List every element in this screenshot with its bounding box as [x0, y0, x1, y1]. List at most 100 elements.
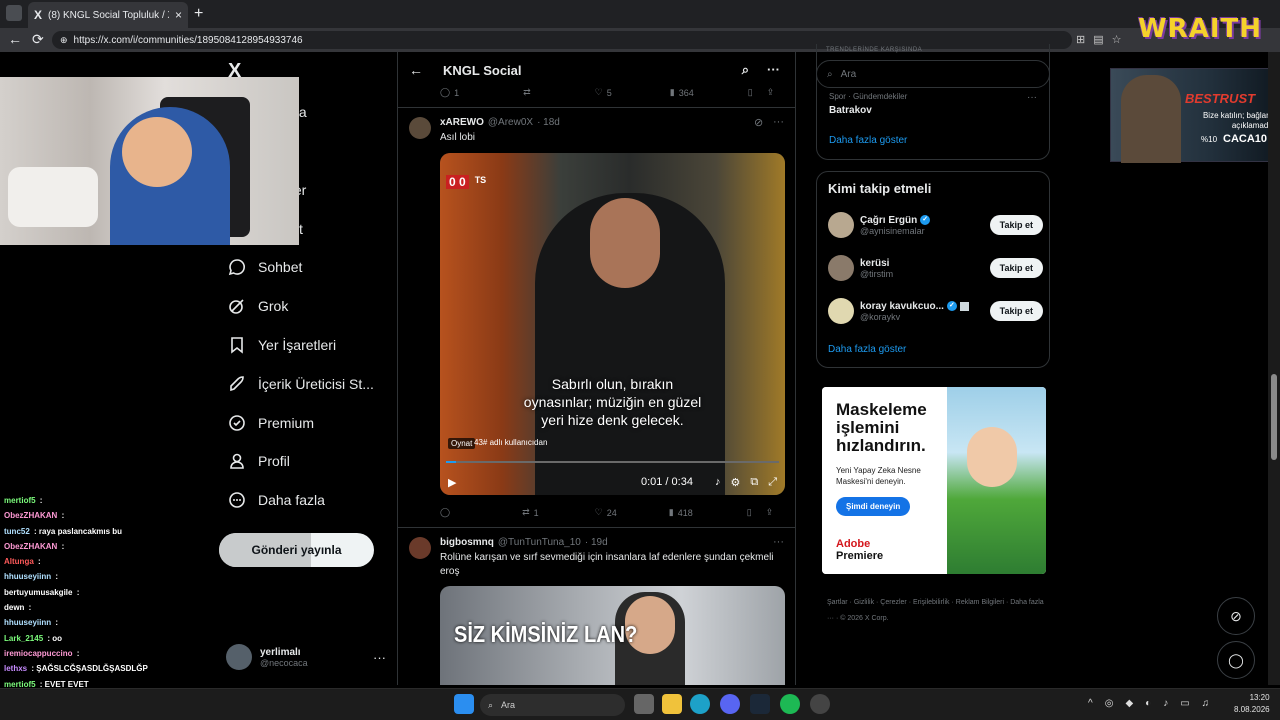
reply-button[interactable]: ◯ 1 [440, 87, 459, 98]
footer-link[interactable]: Çerezler · [880, 599, 913, 606]
trend-more-icon[interactable]: ··· [1027, 92, 1037, 103]
picture-in-picture-icon[interactable]: ⧉ [750, 476, 758, 489]
reply-button[interactable]: ◯ [440, 507, 450, 518]
taskbar-search[interactable]: ⌕ Ara [480, 694, 625, 716]
nav-item-partial-3[interactable]: t [299, 221, 303, 237]
more-options-icon[interactable]: ··· [767, 62, 780, 78]
like-button[interactable]: ♡ 5 [595, 87, 612, 98]
post-button[interactable]: Gönderi yayınla [219, 533, 374, 567]
network-icon[interactable]: ▭ [1180, 698, 1189, 709]
footer-link[interactable]: Erişilebilirlik · [913, 599, 956, 606]
mute-icon[interactable]: ♪ [715, 476, 721, 488]
play-icon[interactable]: ▶ [448, 476, 456, 489]
settings-gear-icon[interactable]: ⚙ [730, 476, 740, 489]
fullscreen-icon[interactable]: ⤢ [768, 476, 777, 489]
tweet-time[interactable]: · 19d [585, 537, 608, 548]
windows-start-icon[interactable] [454, 694, 474, 714]
follow-suggestion[interactable]: koray kavukcuo... ✓ @koraykv Takip et [828, 298, 1043, 324]
tweet-more-icon[interactable]: ··· [773, 536, 784, 548]
follow-suggestion[interactable]: kerüsi @tirstim Takip et [828, 255, 1043, 281]
follow-button[interactable]: Takip et [989, 215, 1043, 235]
retweet-button[interactable]: ⇄ [523, 87, 531, 98]
chat-text: : [37, 496, 43, 505]
share-button[interactable]: ⇪ [766, 507, 774, 518]
scrollbar-thumb[interactable] [1271, 374, 1277, 460]
verified-badge-icon: ✓ [920, 215, 931, 225]
avatar[interactable] [409, 537, 431, 559]
nav-item-more[interactable]: Daha fazla [228, 491, 325, 509]
follow-button[interactable]: Takip et [989, 258, 1043, 278]
volume-icon[interactable]: ♫ [1202, 698, 1210, 709]
tweet-time[interactable]: · 18d [537, 117, 560, 128]
taskbar-clock[interactable]: 13:20 8.08.2026 [1234, 692, 1270, 716]
footer-link[interactable]: Gizlilik · [854, 599, 880, 606]
search-input[interactable]: ⌕ Ara [816, 60, 1050, 88]
video-progress-bar[interactable] [446, 461, 779, 463]
show-more-trends-link[interactable]: Daha fazla göster [829, 135, 907, 146]
back-arrow-icon[interactable]: ← [8, 31, 22, 47]
app-icon[interactable]: ⊞ [1076, 33, 1085, 46]
chevron-up-icon[interactable]: ^ [1088, 698, 1093, 709]
tweet-more-icon[interactable]: ··· [773, 116, 784, 128]
nav-item-profile[interactable]: Profil [228, 452, 290, 470]
edge-icon[interactable] [690, 694, 710, 714]
close-tab-icon[interactable]: × [175, 8, 182, 22]
adobe-ad[interactable]: Maskeleme işlemini hızlandırın. Yeni Yap… [822, 387, 1046, 574]
account-more-icon[interactable]: ··· [373, 650, 386, 665]
author-name[interactable]: bigbosmnq [440, 537, 494, 548]
ad-cta-button[interactable]: Şimdi deneyin [836, 497, 911, 516]
favorite-star-icon[interactable]: ☆ [1112, 33, 1122, 46]
browser-tab[interactable]: X (8) KNGL Social Topluluk / X × [28, 2, 188, 28]
site-info-icon[interactable]: ⊕ [60, 35, 68, 46]
footer-link[interactable]: Şartlar · [827, 599, 854, 606]
steam-icon[interactable] [750, 694, 770, 714]
share-button[interactable]: ⇪ [767, 87, 775, 98]
retweet-button[interactable]: ⇄ 1 [522, 507, 539, 518]
rust-ad-text: Bize katılın; bağlantı açıklamada. [1202, 111, 1275, 130]
author-name[interactable]: xAREWO [440, 117, 484, 128]
nav-item-premium[interactable]: Premium [228, 414, 314, 432]
video-player[interactable]: 0 0 TS Sabırlı olun, bırakın oynasınlar; … [440, 153, 785, 495]
grok-icon[interactable]: ⊘ [754, 116, 763, 129]
nav-label: Daha fazla [258, 492, 325, 508]
video-subtitle: Sabırlı olun, bırakın oynasınlar; müziği… [523, 376, 702, 428]
views-button[interactable]: ▮ 418 [669, 507, 693, 518]
tray-app-icon[interactable]: ◆ [1125, 698, 1133, 709]
profile-icon[interactable] [6, 5, 22, 21]
footer-link[interactable]: Reklam Bilgileri · [956, 599, 1010, 606]
show-more-follow-link[interactable]: Daha fazla göster [828, 344, 906, 355]
footer-link[interactable]: © 2026 X Corp. [840, 615, 888, 622]
reload-icon[interactable]: ⟳ [32, 31, 44, 48]
bookmark-button[interactable]: ▯ [748, 87, 753, 98]
video-person-face [590, 198, 660, 288]
nav-item-grok[interactable]: Grok [228, 297, 288, 315]
avatar[interactable] [409, 117, 431, 139]
follow-button[interactable]: Takip et [989, 301, 1043, 321]
app-icon[interactable] [810, 694, 830, 714]
new-tab-button[interactable]: + [194, 5, 203, 23]
tweet-image[interactable]: SİZ KİMSİNİZ LAN? [440, 586, 785, 685]
discord-icon[interactable] [720, 694, 740, 714]
reader-icon[interactable]: ▤ [1093, 33, 1103, 46]
task-view-icon[interactable] [634, 694, 654, 714]
tray-app-icon[interactable]: ◎ [1105, 698, 1114, 709]
bookmark-button[interactable]: ▯ [747, 507, 752, 518]
grok-floating-button[interactable]: ⊘ [1217, 597, 1255, 635]
nav-item-sohbet[interactable]: Sohbet [228, 258, 302, 276]
spotify-icon[interactable] [780, 694, 800, 714]
nav-item-bookmarks[interactable]: Yer İşaretleri [228, 336, 336, 354]
chat-username: hhuuseyiinn [4, 572, 52, 582]
page-scrollbar[interactable] [1268, 52, 1280, 685]
tray-app-icon[interactable]: ◐ [1145, 698, 1151, 709]
like-button[interactable]: ♡ 24 [595, 507, 617, 518]
microphone-icon[interactable]: ♪ [1163, 698, 1168, 709]
trend-name[interactable]: Batrakov [829, 105, 872, 116]
back-arrow-icon[interactable]: ← [409, 62, 423, 78]
file-explorer-icon[interactable] [662, 694, 682, 714]
follow-suggestion[interactable]: Çağrı Ergün ✓ @aynisinemalar Takip et [828, 212, 1043, 238]
nav-item-creator-studio[interactable]: İçerik Üreticisi St... [228, 375, 374, 393]
views-button[interactable]: ▮ 364 [670, 87, 694, 98]
search-icon[interactable]: ⌕ [742, 62, 749, 78]
account-switcher[interactable]: yerlimalı @necocaca ··· [226, 640, 386, 674]
messages-floating-button[interactable]: ◯ [1217, 641, 1255, 679]
